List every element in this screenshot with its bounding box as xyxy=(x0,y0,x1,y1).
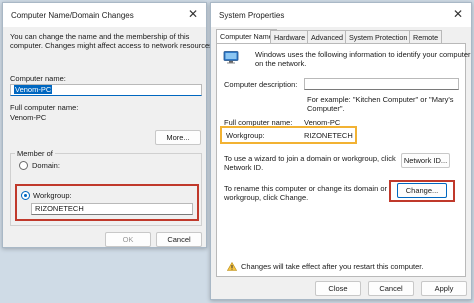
warning-icon xyxy=(226,261,238,271)
left-titlebar: Computer Name/Domain Changes ✕ xyxy=(3,3,206,27)
member-of-label: Member of xyxy=(15,149,55,159)
domain-radio[interactable] xyxy=(19,161,28,170)
computer-name-input[interactable]: Venom-PC xyxy=(10,84,202,96)
example-line-2: Computer". xyxy=(307,104,345,113)
right-titlebar: System Properties ✕ xyxy=(211,3,471,27)
tab-remote[interactable]: Remote xyxy=(409,30,443,44)
computer-description-label: Computer description: xyxy=(224,80,298,89)
full-computer-name-label: Full computer name: xyxy=(10,103,79,112)
left-dialog-title: Computer Name/Domain Changes xyxy=(11,10,134,20)
wizard-text-line-2: Network ID. xyxy=(224,163,264,172)
restart-warning-text: Changes will take effect after you resta… xyxy=(241,262,424,271)
close-button[interactable]: Close xyxy=(315,281,361,296)
rename-text-line-2: workgroup, click Change. xyxy=(224,193,309,202)
workgroup-radio[interactable] xyxy=(21,191,30,200)
ok-button[interactable]: OK xyxy=(105,232,151,247)
workgroup-label: Workgroup: xyxy=(33,191,72,200)
workgroup-input[interactable]: RIZONETECH xyxy=(31,203,193,215)
domain-label: Domain: xyxy=(32,161,60,170)
close-icon[interactable]: ✕ xyxy=(188,8,198,20)
computer-name-label: Computer name: xyxy=(10,74,66,83)
tab-hardware[interactable]: Hardware xyxy=(270,30,310,44)
change-button[interactable]: Change... xyxy=(397,183,447,198)
network-id-button[interactable]: Network ID... xyxy=(401,153,450,168)
tab-system-protection[interactable]: System Protection xyxy=(345,30,412,44)
right-dialog-title: System Properties xyxy=(219,10,285,20)
full-computer-name-value: Venom-PC xyxy=(10,113,47,122)
left-intro-line-2: computer. Changes might affect access to… xyxy=(10,41,215,50)
computer-name-changes-dialog: Computer Name/Domain Changes ✕ You can c… xyxy=(2,2,215,248)
system-properties-dialog: System Properties ✕ Computer Name Hardwa… xyxy=(210,2,472,300)
computer-name-value: Venom-PC xyxy=(14,85,53,94)
tab-computer-name[interactable]: Computer Name xyxy=(216,29,277,44)
close-icon[interactable]: ✕ xyxy=(453,8,463,20)
tab-advanced[interactable]: Advanced xyxy=(307,30,347,44)
computer-description-input[interactable] xyxy=(304,78,459,90)
more-button[interactable]: More... xyxy=(155,130,201,145)
computer-icon xyxy=(223,51,239,64)
right-intro-line-2: on the network. xyxy=(255,59,307,68)
left-cancel-button[interactable]: Cancel xyxy=(156,232,202,247)
workgroup-label: Workgroup: xyxy=(226,131,265,140)
right-cancel-button[interactable]: Cancel xyxy=(368,281,414,296)
computer-name-panel: Windows uses the following information t… xyxy=(216,43,471,277)
workgroup-value: RIZONETECH xyxy=(304,131,353,140)
apply-button[interactable]: Apply xyxy=(421,281,467,296)
